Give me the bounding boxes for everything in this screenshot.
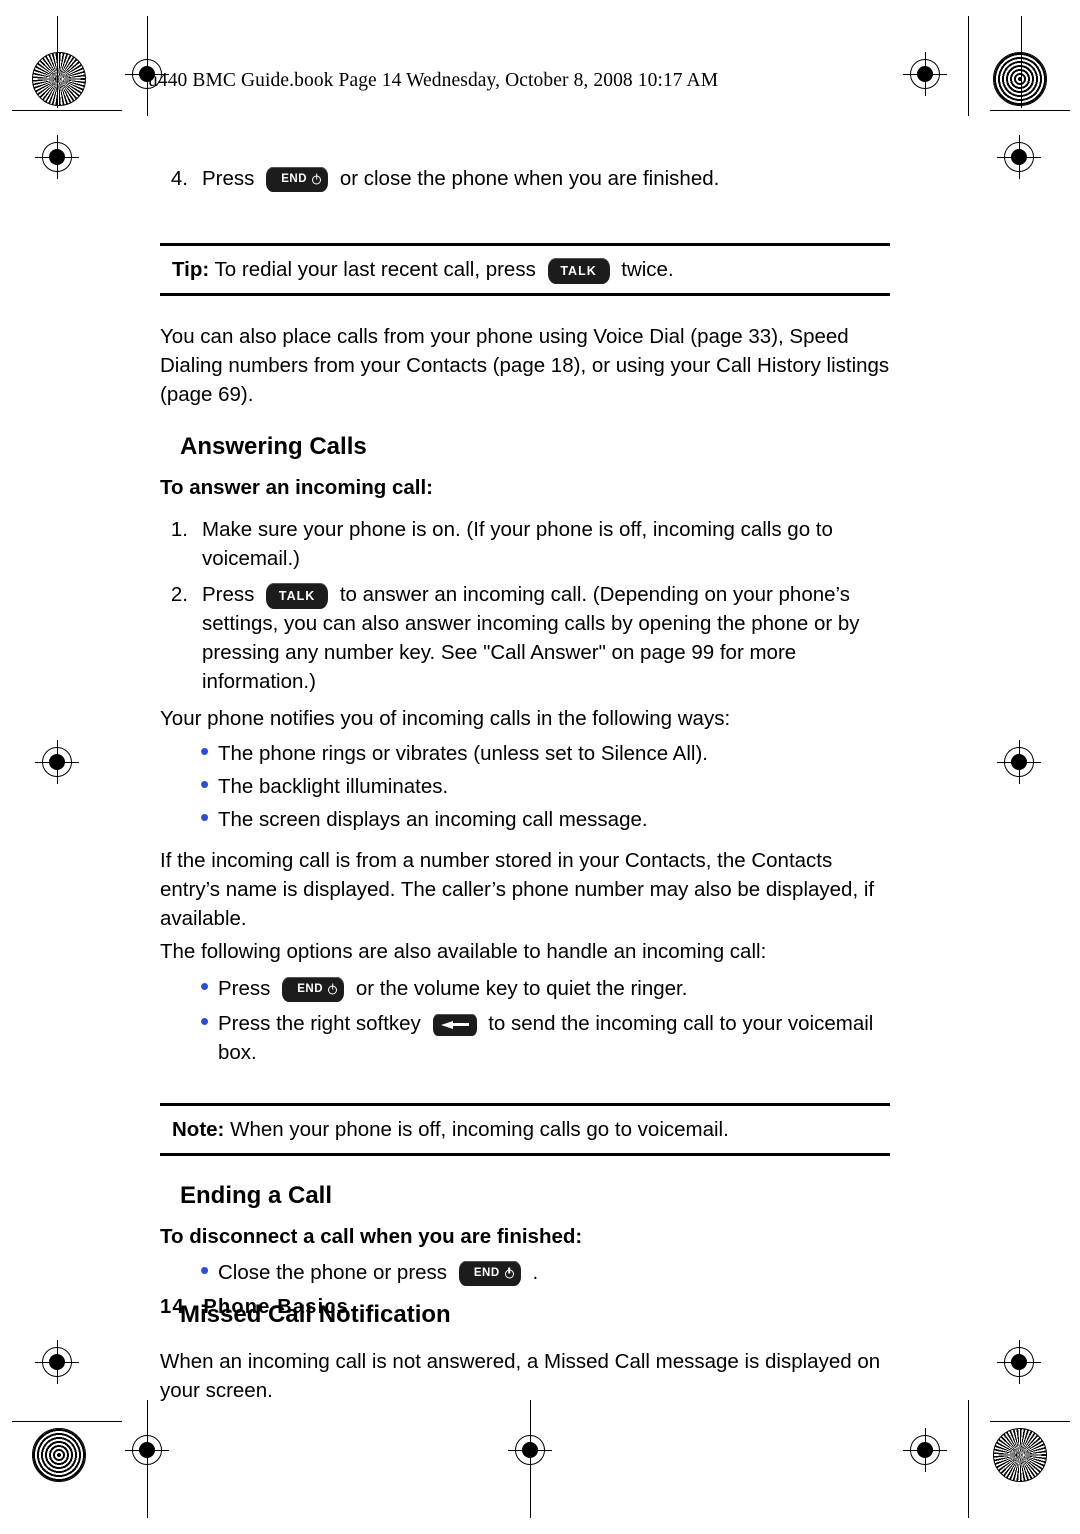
missed-call-paragraph: When an incoming call is not answered, a… [160, 1350, 881, 1402]
bullet-dot-icon: • [200, 971, 210, 1001]
list-item-option-1: • Press END or the volume key to quiet t… [160, 971, 890, 1003]
notify-bullet-3-text: The screen displays an incoming call mes… [218, 808, 648, 831]
talk-key-label: TALK [560, 263, 597, 278]
end-key-label: END [297, 983, 323, 996]
trim-line-right-vert [1021, 16, 1022, 108]
trim-line-bottom-center [530, 1400, 531, 1518]
registration-cross-bottom-right [903, 1428, 947, 1472]
notify-lead-paragraph: Your phone notifies you of incoming call… [160, 707, 731, 730]
tip-label: Tip: [172, 258, 210, 281]
contacts-paragraph: If the incoming call is from a number st… [160, 849, 875, 930]
page-footer: 14 Phone Basics [160, 1296, 349, 1319]
trim-line-left-lower [12, 1421, 122, 1422]
disconnect-text-after: . [532, 1261, 539, 1284]
step4-number: 4. [170, 167, 188, 190]
power-symbol-icon [312, 175, 322, 185]
list-item-answer-step1: 1. Make sure your phone is on. (If your … [160, 515, 890, 573]
registration-cross-top-right [903, 52, 947, 96]
end-key-label: END [281, 173, 307, 186]
answer-step2-number: 2. [170, 583, 188, 606]
registration-star-top-left [32, 52, 86, 106]
trim-line-bottom-right [968, 1400, 969, 1518]
note-label: Note: [172, 1118, 225, 1141]
subheading-to-answer-incoming-call: To answer an incoming call: [160, 476, 434, 499]
bullet-dot-icon: • [200, 1006, 210, 1036]
registration-cross-right-middle [997, 740, 1041, 784]
talk-key-icon: TALK [547, 257, 610, 284]
registration-cross-left-lower [35, 1340, 79, 1384]
list-item-notify-1: • The phone rings or vibrates (unless se… [160, 736, 890, 768]
tip-text-after: twice. [621, 258, 674, 281]
end-key-icon: END [266, 167, 329, 193]
page-content: 4. Press END or close the phone when you… [160, 150, 890, 1405]
power-symbol-icon [328, 985, 338, 995]
disconnect-bullet-body: Close the phone or press END . [218, 1258, 890, 1287]
end-key-label: END [473, 1267, 500, 1280]
disconnect-text-before: Close the phone or press [218, 1261, 448, 1284]
bullet-dot-icon: • [200, 769, 210, 799]
step4-text-before: Press [202, 167, 255, 190]
list-item-answer-step2: 2. Press TALK to answer an incoming call… [160, 580, 890, 696]
option-bullet-2-body: Press the right softkey to send the inco… [218, 1009, 890, 1067]
registration-star-bottom-right [993, 1428, 1047, 1482]
trim-line-top [147, 16, 148, 116]
right-softkey-icon [432, 1013, 477, 1036]
talk-key-label: TALK [278, 588, 316, 603]
power-symbol-icon [504, 1269, 514, 1279]
answer-step1-text: Make sure your phone is on. (If your pho… [202, 518, 833, 570]
trim-line-right-upper [990, 110, 1070, 111]
notify-bullet-1-text: The phone rings or vibrates (unless set … [218, 742, 708, 765]
subheading-to-disconnect: To disconnect a call when you are finish… [160, 1225, 583, 1248]
heading-answering-calls: Answering Calls [180, 433, 367, 460]
list-item-notify-3: • The screen displays an incoming call m… [160, 802, 890, 834]
bullet-dot-icon: • [200, 736, 210, 766]
tip-rule-bottom [160, 293, 890, 296]
heading-ending-a-call: Ending a Call [180, 1182, 333, 1209]
intro-paragraph: You can also place calls from your phone… [160, 325, 890, 406]
option1-text-after: or the volume key to quiet the ringer. [355, 977, 688, 1000]
trim-line-left-vert [57, 16, 58, 108]
answer-step2-body: Press TALK to answer an incoming call. (… [202, 580, 890, 696]
step4-body: Press END or close the phone when you ar… [202, 164, 890, 193]
notify-bullet-2-text: The backlight illuminates. [218, 775, 449, 798]
registration-target-top-right [993, 52, 1047, 106]
note-rule-bottom [160, 1153, 890, 1156]
answer-step1-number: 1. [170, 518, 188, 541]
registration-cross-left-middle [35, 740, 79, 784]
options-lead-paragraph: The following options are also available… [160, 940, 767, 963]
end-key-icon: END [458, 1261, 521, 1287]
note-callout: Note: When your phone is off, incoming c… [160, 1106, 890, 1153]
tip-callout: Tip: To redial your last recent call, pr… [160, 246, 890, 293]
answer-step2-text-before: Press [202, 583, 255, 606]
list-item-notify-2: • The backlight illuminates. [160, 769, 890, 801]
registration-target-bottom-left [32, 1428, 86, 1482]
option2-text-before: Press the right softkey [218, 1012, 421, 1035]
registration-cross-right-upper [997, 135, 1041, 179]
bullet-dot-icon: • [200, 802, 210, 832]
list-item-step4: 4. Press END or close the phone when you… [160, 164, 890, 193]
list-item-disconnect: • Close the phone or press END . [160, 1255, 890, 1287]
option1-text-before: Press [218, 977, 271, 1000]
end-key-icon: END [282, 977, 345, 1003]
trim-line-left-upper [12, 110, 122, 111]
trim-line-top-right [968, 16, 969, 116]
note-text: When your phone is off, incoming calls g… [230, 1118, 729, 1141]
talk-key-icon: TALK [266, 582, 329, 609]
bullet-dot-icon: • [200, 1255, 210, 1285]
list-item-option-2: • Press the right softkey to send the in… [160, 1006, 890, 1067]
registration-cross-right-lower [997, 1340, 1041, 1384]
book-file-header: u440 BMC Guide.book Page 14 Wednesday, O… [148, 70, 719, 91]
footer-section-title: Phone Basics [203, 1296, 349, 1318]
trim-line-bottom-left [147, 1400, 148, 1518]
tip-text-before: To redial your last recent call, press [214, 258, 536, 281]
option-bullet-1-body: Press END or the volume key to quiet the… [218, 974, 890, 1003]
footer-page-number: 14 [160, 1296, 185, 1318]
trim-line-right-lower [990, 1421, 1070, 1422]
registration-cross-left-upper [35, 135, 79, 179]
step4-text-after: or close the phone when you are finished… [339, 167, 720, 190]
